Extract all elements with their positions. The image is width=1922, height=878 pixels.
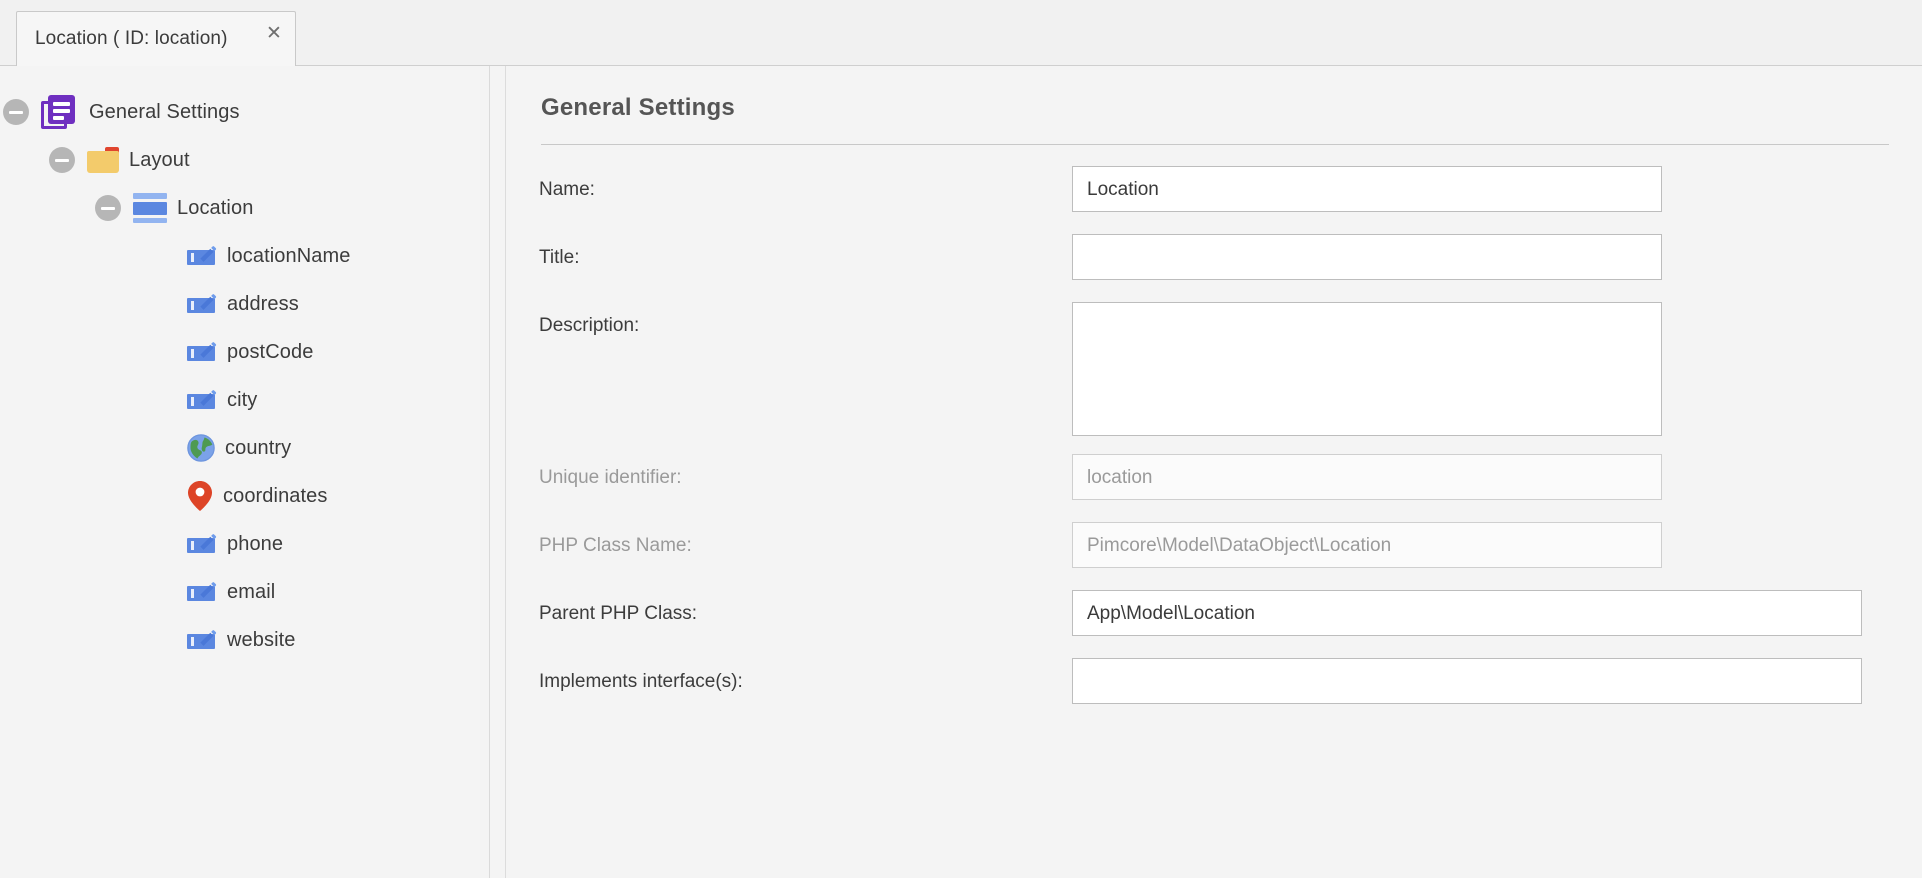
field-label: PHP Class Name: bbox=[539, 535, 692, 556]
input-text-icon bbox=[187, 293, 217, 315]
tree-item-label: city bbox=[227, 388, 258, 411]
form-row: Implements interface(s): bbox=[506, 658, 1922, 704]
tab-title: Location ( ID: location) bbox=[35, 28, 228, 49]
tree-item-city[interactable]: city bbox=[0, 376, 489, 424]
field-label: Implements interface(s): bbox=[539, 671, 743, 692]
tree-item-label: address bbox=[227, 292, 299, 315]
tree-item-label: Location bbox=[177, 196, 254, 219]
map-pin-icon bbox=[187, 480, 213, 512]
tree-root: General Settings Layout Location locationNa… bbox=[0, 88, 489, 664]
globe-icon bbox=[187, 434, 215, 462]
field-label: Parent PHP Class: bbox=[539, 603, 698, 624]
tree-item-locationname[interactable]: locationName bbox=[0, 232, 489, 280]
main-body: General Settings Layout Location locationNa… bbox=[0, 66, 1922, 878]
title-divider bbox=[541, 144, 1889, 145]
page-title: General Settings bbox=[541, 94, 735, 121]
form-row: Description: bbox=[506, 302, 1922, 436]
tab-location[interactable]: Location ( ID: location) ✕ bbox=[16, 11, 296, 66]
tree-item-email[interactable]: email bbox=[0, 568, 489, 616]
tab-bar: Location ( ID: location) ✕ bbox=[0, 0, 1922, 66]
folder-icon bbox=[87, 147, 119, 173]
input-text-icon bbox=[187, 581, 217, 603]
collapse-toggle-icon[interactable] bbox=[95, 195, 121, 221]
input-text-icon bbox=[187, 629, 217, 651]
field-input-unique-identifier: location bbox=[1072, 454, 1662, 500]
tree-item-label: phone bbox=[227, 532, 284, 555]
panel-layout-icon bbox=[133, 193, 167, 223]
form-row: Title: bbox=[506, 234, 1922, 280]
tree-item-general-settings[interactable]: General Settings bbox=[0, 88, 489, 136]
input-text-icon bbox=[187, 341, 217, 363]
tree-item-postcode[interactable]: postCode bbox=[0, 328, 489, 376]
form-row: Unique identifier: location bbox=[506, 454, 1922, 500]
tree-item-label: coordinates bbox=[223, 484, 328, 507]
tree-item-label: website bbox=[227, 628, 296, 651]
tree-item-label: locationName bbox=[227, 244, 351, 267]
field-input-name[interactable]: Location bbox=[1072, 166, 1662, 212]
form-row: Parent PHP Class: App\Model\Location bbox=[506, 590, 1922, 636]
tree-item-label: email bbox=[227, 580, 276, 603]
close-icon[interactable]: ✕ bbox=[265, 24, 283, 43]
input-text-icon bbox=[187, 533, 217, 555]
field-input-php-class-name: Pimcore\Model\DataObject\Location bbox=[1072, 522, 1662, 568]
tree-item-phone[interactable]: phone bbox=[0, 520, 489, 568]
tree-item-label: General Settings bbox=[89, 100, 240, 123]
class-tree-panel: General Settings Layout Location locationNa… bbox=[0, 66, 490, 878]
tree-item-label: Layout bbox=[129, 148, 190, 171]
field-input-title[interactable] bbox=[1072, 234, 1662, 280]
form-row: Name: Location bbox=[506, 166, 1922, 212]
tree-item-website[interactable]: website bbox=[0, 616, 489, 664]
tree-item-country[interactable]: country bbox=[0, 424, 489, 472]
field-input-implements-interface-s[interactable] bbox=[1072, 658, 1862, 704]
input-text-icon bbox=[187, 245, 217, 267]
field-input-parent-php-class[interactable]: App\Model\Location bbox=[1072, 590, 1862, 636]
tree-item-location[interactable]: Location bbox=[0, 184, 489, 232]
field-input-description[interactable] bbox=[1072, 302, 1662, 436]
input-text-icon bbox=[187, 389, 217, 411]
field-label: Name: bbox=[539, 179, 595, 200]
form-row: PHP Class Name: Pimcore\Model\DataObject\… bbox=[506, 522, 1922, 568]
tree-item-coordinates[interactable]: coordinates bbox=[0, 472, 489, 520]
field-label: Unique identifier: bbox=[539, 467, 682, 488]
collapse-toggle-icon[interactable] bbox=[49, 147, 75, 173]
documents-stack-icon bbox=[41, 95, 79, 129]
tree-item-layout[interactable]: Layout bbox=[0, 136, 489, 184]
form-header: General Settings bbox=[541, 94, 1871, 122]
general-settings-panel: General Settings Name: Location Title: Desc… bbox=[505, 66, 1922, 878]
tree-item-address[interactable]: address bbox=[0, 280, 489, 328]
collapse-toggle-icon[interactable] bbox=[3, 99, 29, 125]
tree-item-label: country bbox=[225, 436, 292, 459]
field-label: Description: bbox=[539, 315, 640, 336]
field-label: Title: bbox=[539, 247, 580, 268]
tree-item-label: postCode bbox=[227, 340, 314, 363]
